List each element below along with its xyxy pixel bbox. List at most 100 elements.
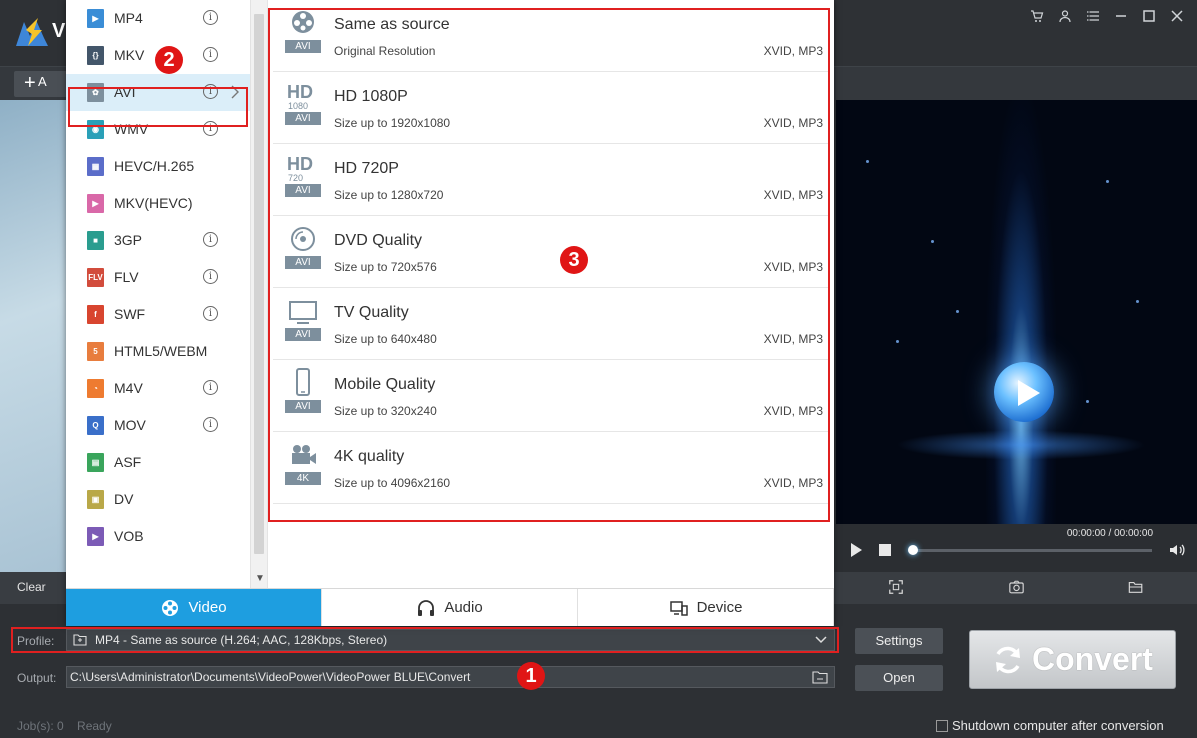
file-list-area <box>0 100 66 572</box>
volume-icon[interactable] <box>1168 541 1186 559</box>
add-file-label: A <box>38 74 47 89</box>
format-label: M4V <box>114 380 143 396</box>
open-button[interactable]: Open <box>855 665 943 691</box>
clear-button[interactable]: Clear <box>17 580 46 594</box>
format-label: MKV(HEVC) <box>114 195 193 211</box>
format-badge: AVI <box>285 256 321 269</box>
status-text: Ready <box>77 719 112 733</box>
output-path-field[interactable]: C:\Users\Administrator\Documents\VideoPo… <box>66 666 835 688</box>
shutdown-checkbox[interactable]: Shutdown computer after conversion <box>936 718 1164 733</box>
info-icon[interactable]: i <box>203 121 218 136</box>
app-logo-icon <box>14 16 50 50</box>
tab-audio[interactable]: Audio <box>322 589 578 626</box>
format-label: MKV <box>114 47 145 63</box>
format-item-html5-webm[interactable]: 5 HTML5/WEBM <box>66 333 250 370</box>
preset-item-tv-quality[interactable]: AVI TV Quality Size up to 640x480 XVID, MP3 <box>273 288 829 360</box>
html5-icon: 5 <box>87 342 104 361</box>
format-item-flv[interactable]: FLV FLV i <box>66 259 250 296</box>
maximize-icon[interactable] <box>1139 6 1159 26</box>
profile-dropdown[interactable]: MP4 - Same as source (H.264; AAC, 128Kbp… <box>66 629 835 651</box>
close-icon[interactable] <box>1167 6 1187 26</box>
format-item-mov[interactable]: Q MOV i <box>66 407 250 444</box>
preset-resolution: Size up to 4096x2160 <box>334 476 451 490</box>
preset-resolution: Original Resolution <box>334 44 436 58</box>
preset-item-mobile-quality[interactable]: AVI Mobile Quality Size up to 320x240 XVID,… <box>273 360 829 432</box>
info-icon[interactable]: i <box>203 10 218 25</box>
preview-star <box>896 340 899 343</box>
format-item-mkv-hevc-[interactable]: ▶ MKV(HEVC) <box>66 185 250 222</box>
scroll-thumb[interactable] <box>254 14 264 554</box>
flv-icon: FLV <box>87 268 104 287</box>
step-badge-2: 2 <box>155 46 183 74</box>
mp4-icon: ▶ <box>87 9 104 28</box>
format-item-m4v[interactable]: ◔ M4V i <box>66 370 250 407</box>
scroll-down-icon[interactable]: ▼ <box>255 573 265 584</box>
user-icon[interactable] <box>1055 6 1075 26</box>
format-label: HTML5/WEBM <box>114 343 208 359</box>
play-icon[interactable] <box>851 543 862 557</box>
info-icon[interactable]: i <box>203 417 218 432</box>
format-item-wmv[interactable]: ◉ WMV i <box>66 111 250 148</box>
preset-resolution: Size up to 1920x1080 <box>334 116 451 130</box>
info-icon[interactable]: i <box>203 84 218 99</box>
info-icon[interactable]: i <box>203 47 218 62</box>
format-item-hevc-h-265[interactable]: ▦ HEVC/H.265 <box>66 148 250 185</box>
minimize-icon[interactable] <box>1111 6 1131 26</box>
format-label: ASF <box>114 454 142 470</box>
preset-item-same-as-source[interactable]: AVI Same as source Original Resolution XVID… <box>273 0 829 72</box>
tab-device[interactable]: Device <box>578 589 834 626</box>
preset-item-hd-1080p[interactable]: HD 1080 AVI HD 1080P Size up to 1920x1080 XVI… <box>273 72 829 144</box>
preview-glow <box>896 430 1146 460</box>
status-bar: Job(s): 0 Ready <box>17 719 112 733</box>
preset-item-4k-quality[interactable]: 4K 4K quality Size up to 4096x2160 XVID, MP… <box>273 432 829 504</box>
step-badge-3: 3 <box>560 246 588 274</box>
info-icon[interactable]: i <box>203 306 218 321</box>
cart-icon[interactable] <box>1027 6 1047 26</box>
preview-play-icon <box>1018 380 1040 406</box>
profile-value: MP4 - Same as source (H.264; AAC, 128Kbp… <box>95 633 388 647</box>
format-item-asf[interactable]: ▤ ASF <box>66 444 250 481</box>
resolution-label: 1080 <box>288 101 309 111</box>
format-label: 3GP <box>114 232 143 248</box>
add-file-button[interactable]: + A <box>14 71 70 97</box>
player-controls: 00:00:00 / 00:00:00 <box>836 524 1197 572</box>
crop-icon[interactable] <box>888 579 906 597</box>
preview-star <box>1106 180 1109 183</box>
tab-video[interactable]: Video <box>66 589 322 626</box>
format-item-mp4[interactable]: ▶ MP4 i <box>66 0 250 37</box>
seek-knob[interactable] <box>908 545 918 555</box>
format-item-vob[interactable]: ▶ VOB <box>66 518 250 555</box>
format-item-dv[interactable]: ▣ DV <box>66 481 250 518</box>
output-path-value: C:\Users\Administrator\Documents\VideoPo… <box>70 670 471 684</box>
format-item-swf[interactable]: f SWF i <box>66 296 250 333</box>
tab-label: Device <box>696 599 743 616</box>
seek-bar[interactable] <box>912 549 1152 552</box>
preset-item-hd-720p[interactable]: HD 720 AVI HD 720P Size up to 1280x720 XVID, … <box>273 144 829 216</box>
dv-icon: ▣ <box>87 490 104 509</box>
info-icon[interactable]: i <box>203 232 218 247</box>
mov-icon: Q <box>87 416 104 435</box>
mkv-hevc-icon: ▶ <box>87 194 104 213</box>
stop-icon[interactable] <box>879 544 891 556</box>
plus-icon: + <box>24 72 36 94</box>
format-item-3gp[interactable]: ■ 3GP i <box>66 222 250 259</box>
format-list-scrollbar[interactable]: ▼ <box>250 0 267 588</box>
info-icon[interactable]: i <box>203 269 218 284</box>
settings-button[interactable]: Settings <box>855 628 943 654</box>
format-badge: AVI <box>285 400 321 413</box>
open-folder-icon[interactable] <box>1128 579 1146 597</box>
preset-item-dvd-quality[interactable]: AVI DVD Quality Size up to 720x576 XVID, MP… <box>273 216 829 288</box>
convert-button[interactable]: Convert <box>969 630 1176 689</box>
hd-label: HD <box>287 82 313 102</box>
checkbox-box[interactable] <box>936 719 948 732</box>
snapshot-icon[interactable] <box>1008 579 1026 597</box>
format-option-list: AVI Same as source Original Resolution XVID… <box>267 0 834 588</box>
preview-star <box>866 160 869 163</box>
format-item-avi[interactable]: ✿ AVI i <box>66 74 250 111</box>
info-icon[interactable]: i <box>203 380 218 395</box>
preview-star <box>1136 300 1139 303</box>
preset-codec: XVID, MP3 <box>763 116 823 130</box>
browse-folder-icon[interactable] <box>812 670 828 684</box>
preview-star <box>956 310 959 313</box>
menu-icon[interactable] <box>1083 6 1103 26</box>
